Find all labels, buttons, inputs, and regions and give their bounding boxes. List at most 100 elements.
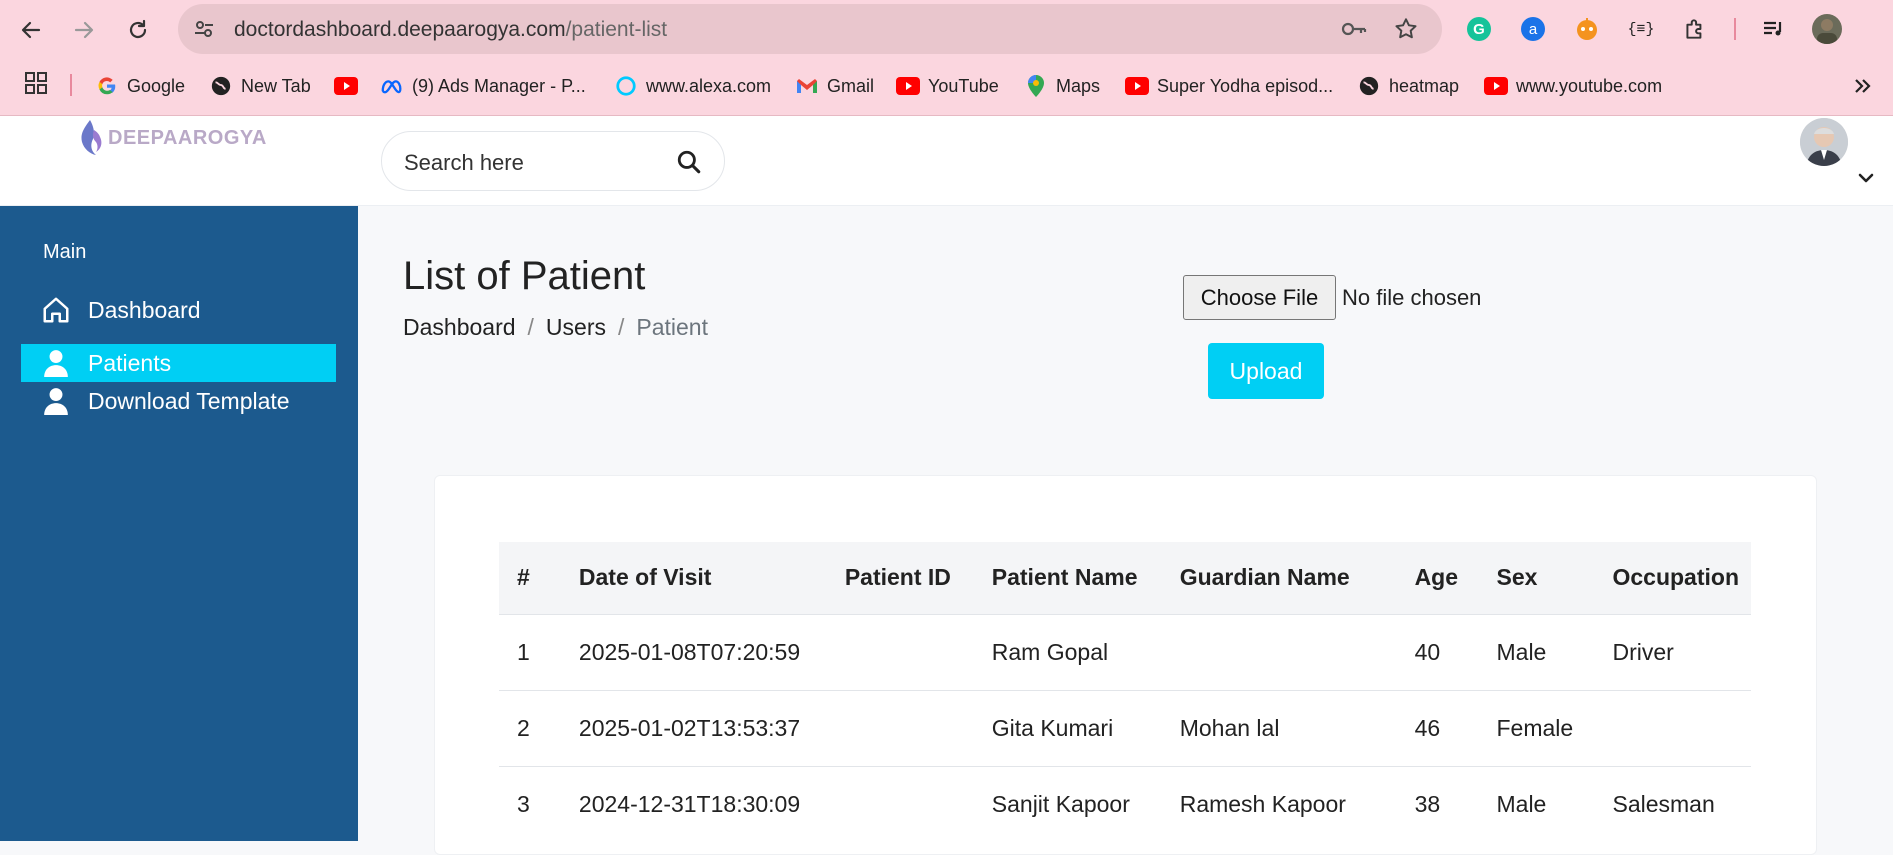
breadcrumb-users[interactable]: Users [546, 314, 606, 341]
cell-age: 46 [1414, 714, 1441, 741]
column-header-patient-id[interactable]: Patient ID [833, 542, 980, 614]
cell-number: 2 [517, 714, 530, 741]
extensions-puzzle-icon[interactable] [1678, 12, 1712, 46]
bookmark-google[interactable]: Google [95, 71, 185, 101]
search-icon[interactable] [676, 149, 702, 180]
bookmark-youtube-2[interactable]: YouTube [896, 71, 999, 101]
apps-grid-icon[interactable] [24, 71, 48, 100]
gmail-icon [795, 74, 819, 98]
cell-date-of-visit: 2024-12-31T18:30:09 [578, 790, 801, 817]
bookmark-maps[interactable]: Maps [1024, 71, 1100, 101]
grammarly-extension-icon[interactable]: G [1462, 12, 1496, 46]
cell-age: 40 [1414, 638, 1441, 665]
media-queue-icon[interactable] [1756, 12, 1790, 46]
column-header-age[interactable]: Age [1403, 542, 1485, 614]
bookmark-gmail[interactable]: Gmail [795, 71, 874, 101]
google-icon [95, 74, 119, 98]
page-title: List of Patient [403, 254, 646, 298]
double-chevron-right-icon [1855, 79, 1871, 93]
breadcrumb-dashboard[interactable]: Dashboard [403, 314, 516, 341]
youtube-icon [896, 74, 920, 98]
password-key-icon[interactable] [1340, 17, 1368, 46]
patient-table: # Date of Visit Patient ID Patient Name … [499, 542, 1751, 842]
back-button[interactable] [13, 12, 49, 48]
forward-button[interactable] [66, 12, 102, 48]
sidebar-item-patients[interactable]: Patients [21, 344, 336, 382]
browser-toolbar: doctordashboard.deepaarogya.com/patient-… [0, 0, 1893, 58]
sidebar-section-label: Main [43, 241, 87, 263]
cell-patient-id [833, 690, 980, 766]
table-row[interactable]: 2 2025-01-02T13:53:37 Gita Kumari Mohan … [499, 690, 1751, 766]
column-header-occupation[interactable]: Occupation [1600, 542, 1751, 614]
cell-age: 38 [1414, 790, 1441, 817]
sidebar-item-download-template[interactable]: Download Template [21, 382, 336, 420]
table-row[interactable]: 1 2025-01-08T07:20:59 Ram Gopal 40 Male … [499, 614, 1751, 690]
cell-sex: Female [1496, 714, 1574, 741]
meta-icon [380, 74, 404, 98]
bookmark-new-tab[interactable]: New Tab [209, 71, 311, 101]
bookmark-star-icon[interactable] [1393, 16, 1419, 47]
cell-guardian-name [1168, 614, 1403, 690]
sidebar: Main Dashboard Patients Download Templat… [0, 206, 358, 841]
logo[interactable]: DEEPAAROGYA [76, 116, 267, 160]
reload-button[interactable] [120, 12, 156, 48]
breadcrumb-patient: Patient [636, 314, 708, 340]
app-header: DEEPAAROGYA Search here [0, 116, 1893, 206]
user-icon [39, 387, 73, 415]
search-input[interactable]: Search here [381, 131, 725, 191]
youtube-icon [1125, 74, 1149, 98]
cell-date-of-visit: 2025-01-02T13:53:37 [578, 714, 801, 741]
cell-occupation: Driver [1612, 638, 1674, 665]
svg-text:G: G [1473, 21, 1485, 38]
cell-occupation: Salesman [1612, 790, 1715, 817]
chevron-down-icon[interactable] [1856, 168, 1876, 193]
a-extension-icon[interactable]: a [1516, 12, 1550, 46]
column-header-sex[interactable]: Sex [1485, 542, 1601, 614]
cell-guardian-name: Mohan lal [1179, 714, 1280, 741]
cell-patient-id [833, 614, 980, 690]
more-bookmarks-button[interactable] [1852, 71, 1872, 101]
bookmark-heatmap[interactable]: heatmap [1357, 71, 1459, 101]
user-icon [39, 349, 73, 377]
bookmark-alexa[interactable]: www.alexa.com [614, 71, 771, 101]
site-settings-icon[interactable] [192, 17, 216, 46]
youtube-icon [334, 74, 358, 98]
cell-occupation [1600, 690, 1751, 766]
column-header-guardian-name[interactable]: Guardian Name [1168, 542, 1403, 614]
address-bar[interactable]: doctordashboard.deepaarogya.com/patient-… [178, 4, 1442, 54]
bookmark-youtube-1[interactable] [334, 71, 358, 101]
bookmarks-divider [70, 74, 72, 96]
bookmark-super-yodha[interactable]: Super Yodha episod... [1125, 71, 1333, 101]
column-header-date-of-visit[interactable]: Date of Visit [567, 542, 833, 614]
youtube-icon [1484, 74, 1508, 98]
bookmark-ads-manager[interactable]: (9) Ads Manager - P... [380, 71, 586, 101]
choose-file-button[interactable]: Choose File [1183, 275, 1336, 320]
table-header-row: # Date of Visit Patient ID Patient Name … [499, 542, 1751, 614]
cell-guardian-name: Ramesh Kapoor [1179, 790, 1346, 817]
json-extension-icon[interactable]: {≡} [1624, 12, 1658, 46]
cell-number: 3 [517, 790, 530, 817]
svg-text:a: a [1529, 21, 1538, 38]
cell-date-of-visit: 2025-01-08T07:20:59 [578, 638, 801, 665]
file-status-text: No file chosen [1342, 285, 1482, 310]
toolbar-divider [1734, 18, 1736, 40]
reload-icon [129, 19, 147, 39]
upload-button[interactable]: Upload [1208, 343, 1324, 399]
cell-patient-name: Gita Kumari [991, 714, 1114, 741]
back-arrow-icon [21, 21, 41, 39]
bookmark-youtube-com[interactable]: www.youtube.com [1484, 71, 1662, 101]
home-icon [39, 295, 73, 325]
user-avatar[interactable] [1800, 118, 1848, 166]
profile-avatar-icon[interactable] [1812, 14, 1842, 44]
cell-sex: Male [1496, 790, 1547, 817]
sidebar-item-dashboard[interactable]: Dashboard [21, 291, 336, 329]
forward-arrow-icon [74, 21, 94, 39]
column-header-number[interactable]: # [499, 542, 567, 614]
cell-patient-name: Ram Gopal [991, 638, 1109, 665]
flame-logo-icon [81, 120, 102, 155]
table-row[interactable]: 3 2024-12-31T18:30:09 Sanjit Kapoor Rame… [499, 766, 1751, 842]
maps-icon [1024, 74, 1048, 98]
globe-icon [1357, 74, 1381, 98]
column-header-patient-name[interactable]: Patient Name [980, 542, 1168, 614]
robot-extension-icon[interactable] [1570, 12, 1604, 46]
